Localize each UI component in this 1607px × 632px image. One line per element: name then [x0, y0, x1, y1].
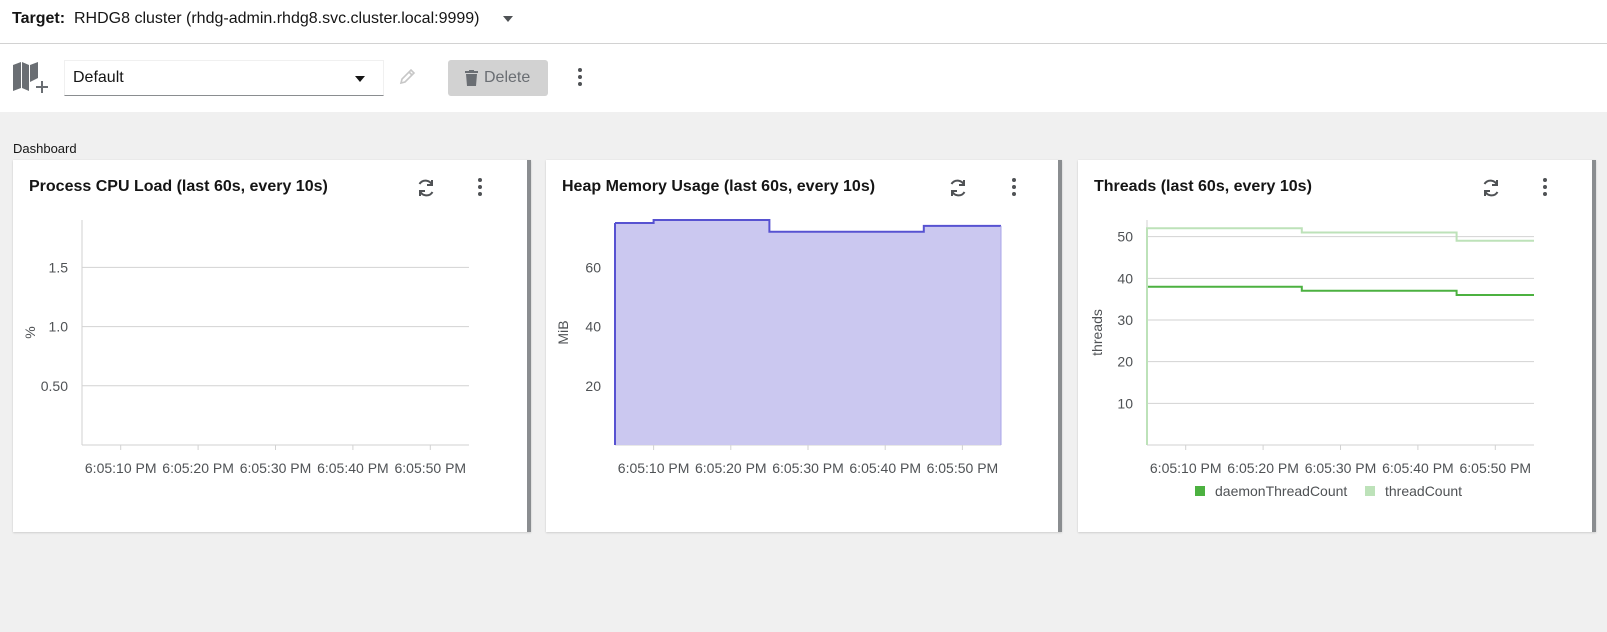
y-tick-label: 30	[1117, 312, 1133, 328]
x-tick-label: 6:05:20 PM	[1227, 460, 1299, 476]
y-tick-label: 0.50	[41, 378, 68, 394]
y-tick-label: 20	[1117, 354, 1133, 370]
x-tick-label: 6:05:40 PM	[849, 460, 921, 476]
heap-memory-card: 20 40 60 6:05:10 PM 6:05:20 PM 6:05:30 PM 6:05…	[546, 160, 1062, 532]
x-tick-label: 6:05:10 PM	[618, 460, 690, 476]
legend-swatch	[1365, 486, 1375, 496]
x-tick-label: 6:05:40 PM	[317, 460, 389, 476]
y-tick-label: 50	[1117, 229, 1133, 245]
y-tick-label: 60	[585, 259, 601, 275]
series-area	[615, 220, 1001, 445]
legend-label: daemonThreadCount	[1215, 483, 1347, 499]
legend-label: threadCount	[1385, 483, 1462, 499]
series-line-threadCount	[1146, 227, 1534, 445]
card-title: Process CPU Load (last 60s, every 10s)	[29, 178, 328, 195]
threads-card: 10 20 30 40 50 6:05:10 PM 6:05:20 PM 6:05:30 PM…	[1078, 160, 1596, 532]
y-tick-label: 1.0	[49, 319, 69, 335]
kebab-icon[interactable]	[472, 178, 488, 198]
x-tick-label: 6:05:20 PM	[162, 460, 234, 476]
kebab-icon[interactable]	[572, 68, 588, 88]
caret-down-icon[interactable]	[503, 16, 513, 22]
x-tick-label: 6:05:10 PM	[1150, 460, 1222, 476]
legend-swatch	[1195, 486, 1205, 496]
x-tick-label: 6:05:40 PM	[1382, 460, 1454, 476]
x-tick-label: 6:05:50 PM	[394, 460, 466, 476]
y-tick-label: 40	[585, 319, 601, 335]
pencil-icon[interactable]	[399, 67, 417, 85]
kebab-icon[interactable]	[1006, 178, 1022, 198]
threads-chart: 10 20 30 40 50 6:05:10 PM 6:05:20 PM 6:05:30 PM…	[1089, 220, 1534, 499]
target-label: Target:	[12, 10, 66, 27]
caret-down-icon	[355, 76, 365, 82]
dashboard-label: Dashboard	[13, 141, 77, 156]
refresh-icon[interactable]	[415, 177, 437, 199]
x-tick-label: 6:05:50 PM	[1459, 460, 1531, 476]
kebab-icon[interactable]	[1537, 178, 1553, 198]
x-tick-label: 6:05:20 PM	[695, 460, 767, 476]
dashboard-toolbar: Default Delete	[0, 44, 1607, 112]
y-axis-label: threads	[1089, 309, 1105, 356]
target-select-value[interactable]: RHDG8 cluster (rhdg-admin.rhdg8.svc.clus…	[74, 10, 480, 28]
y-tick-label: 40	[1117, 270, 1133, 286]
x-tick-label: 6:05:30 PM	[1305, 460, 1377, 476]
refresh-icon[interactable]	[947, 177, 969, 199]
target-bar: Target: RHDG8 cluster (rhdg-admin.rhdg8.…	[0, 0, 1607, 44]
x-tick-label: 6:05:30 PM	[240, 460, 312, 476]
y-axis-label: %	[22, 326, 38, 338]
card-title: Threads (last 60s, every 10s)	[1094, 178, 1312, 195]
x-tick-label: 6:05:30 PM	[772, 460, 844, 476]
trash-icon	[465, 70, 478, 86]
card-title: Heap Memory Usage (last 60s, every 10s)	[562, 178, 876, 195]
refresh-icon[interactable]	[1480, 177, 1502, 199]
layout-library-icon[interactable]	[12, 60, 48, 94]
y-tick-label: 20	[585, 378, 601, 394]
y-tick-label: 10	[1117, 395, 1133, 411]
y-axis-label: MiB	[555, 320, 571, 344]
y-tick-label: 1.5	[49, 259, 69, 275]
cpu-load-card: 0.50 1.0 1.5 6:05:10 PM 6:05:20 PM 6:05:30 PM…	[13, 160, 531, 532]
cpu-load-chart: 0.50 1.0 1.5 6:05:10 PM 6:05:20 PM 6:05:30 PM…	[22, 220, 469, 476]
delete-button-label: Delete	[484, 69, 531, 86]
layout-select[interactable]: Default	[64, 60, 384, 96]
layout-select-value: Default	[73, 69, 124, 86]
series-line-daemonThreadCount	[1146, 285, 1534, 445]
heap-memory-chart: 20 40 60 6:05:10 PM 6:05:20 PM 6:05:30 PM 6:05…	[555, 219, 1002, 476]
x-tick-label: 6:05:50 PM	[927, 460, 999, 476]
x-tick-label: 6:05:10 PM	[85, 460, 157, 476]
delete-button[interactable]: Delete	[448, 60, 548, 96]
